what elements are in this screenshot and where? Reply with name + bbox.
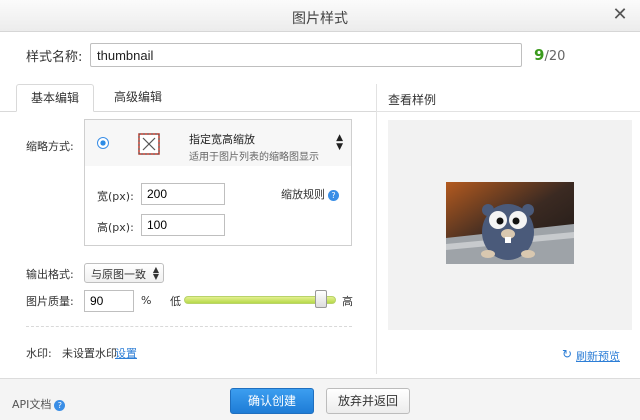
help-icon[interactable]: ? (328, 189, 339, 201)
quality-low-label: 低 (170, 295, 181, 308)
tab-advanced-edit[interactable]: 高级编辑 (100, 84, 176, 112)
style-name-counter: 9/20 (534, 46, 565, 64)
preview-image (446, 182, 574, 264)
preview-image-graphic (446, 182, 574, 264)
api-docs-label: API文档 (12, 398, 52, 411)
help-icon: ? (54, 399, 66, 411)
quality-slider-track[interactable] (184, 296, 336, 304)
select-updown-icon: ▲ ▼ (336, 133, 343, 152)
close-icon[interactable]: ✕ (610, 6, 630, 26)
scale-mode-description: 适用于图片列表的缩略图显示 (189, 152, 319, 163)
counter-max: /20 (544, 49, 566, 64)
watermark-label: 水印: (26, 347, 52, 360)
scale-mode-title: 指定宽高缩放 (189, 133, 255, 146)
dialog-title: 图片样式 (292, 11, 348, 27)
width-input[interactable] (141, 183, 225, 205)
select-updown-icon: ▲ ▼ (152, 265, 159, 281)
section-divider (26, 326, 352, 327)
output-format-label: 输出格式: (26, 268, 74, 281)
refresh-icon[interactable]: ↻ (562, 347, 572, 361)
dialog-titlebar: 图片样式 ✕ (0, 0, 640, 32)
refresh-preview-link[interactable]: 刷新预览 (576, 348, 620, 364)
size-settings-box: 宽(px): 缩放规则? 高(px): (84, 166, 352, 246)
counter-current: 9 (534, 46, 545, 64)
scale-mode-label: 缩略方式: (26, 140, 74, 153)
scale-mode-icon (138, 133, 160, 155)
width-label: 宽(px): (97, 190, 134, 203)
preview-heading: 查看样例 (388, 93, 437, 107)
preview-heading-bar: 查看样例 (376, 84, 640, 112)
style-name-row: 样式名称: 9/20 (0, 32, 640, 78)
api-docs-link[interactable]: API文档? (12, 396, 66, 412)
height-label: 高(px): (97, 221, 134, 234)
preview-area (388, 120, 632, 330)
panel-divider (376, 84, 377, 374)
scale-rule-label: 缩放规则 (281, 188, 325, 201)
quality-slider-handle[interactable] (314, 290, 327, 308)
watermark-settings-link[interactable]: 设置 (115, 345, 137, 361)
output-format-select[interactable]: 与原图一致 ▲ ▼ (84, 263, 164, 283)
dialog-footer: API文档? 确认创建 放弃并返回 (0, 378, 640, 420)
watermark-status: 未设置水印 (62, 347, 117, 360)
edit-tabs: 基本编辑 高级编辑 (0, 84, 376, 112)
quality-label: 图片质量: (26, 295, 74, 308)
quality-unit: % (141, 294, 152, 307)
quality-input[interactable] (84, 290, 134, 312)
style-name-input[interactable] (90, 43, 522, 67)
quality-high-label: 高 (342, 295, 353, 308)
tab-basic-edit[interactable]: 基本编辑 (16, 84, 94, 112)
scale-rule-link[interactable]: 缩放规则? (281, 186, 339, 202)
style-name-label: 样式名称: (26, 50, 83, 65)
scale-mode-selector[interactable]: 指定宽高缩放 适用于图片列表的缩略图显示 ▲ ▼ (84, 119, 352, 167)
scale-mode-radio[interactable] (97, 137, 109, 149)
cancel-return-button[interactable]: 放弃并返回 (326, 388, 410, 414)
output-format-value: 与原图一致 (91, 268, 146, 281)
height-input[interactable] (141, 214, 225, 236)
confirm-create-button[interactable]: 确认创建 (230, 388, 314, 414)
